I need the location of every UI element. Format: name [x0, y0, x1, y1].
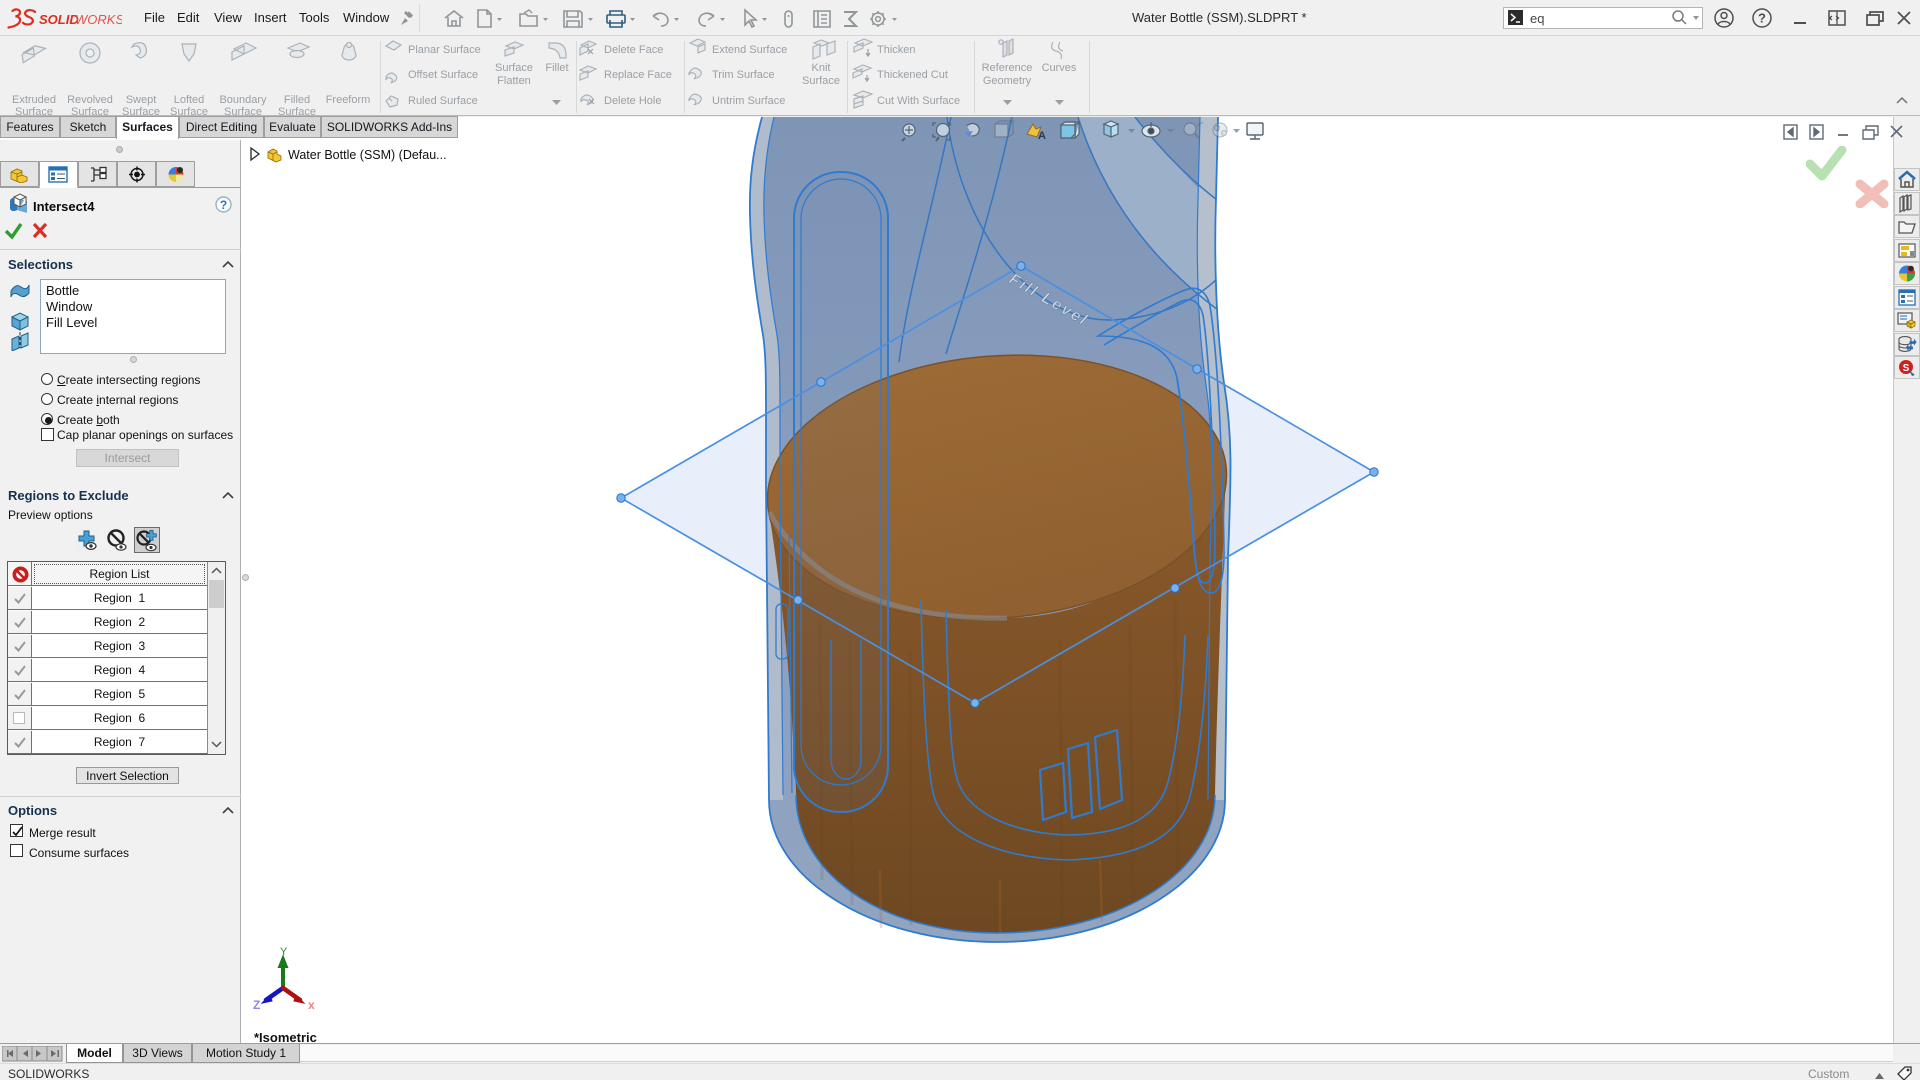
svg-text:Filled: Filled [284, 94, 310, 106]
svg-text:Offset Surface: Offset Surface [408, 69, 478, 81]
svg-text:Extend Surface: Extend Surface [712, 44, 787, 56]
svg-text:Ruled Surface: Ruled Surface [408, 95, 478, 107]
svg-text:Trim Surface: Trim Surface [712, 69, 775, 81]
svg-text:?: ? [220, 198, 227, 212]
svg-text:Curves: Curves [1042, 62, 1077, 74]
svg-text:SOLID: SOLID [39, 12, 79, 27]
svg-text:Z: Z [253, 998, 260, 1012]
svg-text:Delete Face: Delete Face [604, 44, 663, 56]
svg-text:Swept: Swept [126, 94, 157, 106]
svg-text:Y: Y [280, 946, 288, 958]
svg-text:Cut With Surface: Cut With Surface [877, 95, 960, 107]
svg-text:Surface: Surface [495, 62, 533, 74]
svg-text:Flatten: Flatten [497, 75, 531, 87]
svg-text:Planar Surface: Planar Surface [408, 44, 481, 56]
svg-text:Geometry: Geometry [983, 75, 1032, 87]
svg-text:WORKS: WORKS [75, 12, 122, 27]
svg-text:Thicken: Thicken [877, 44, 916, 56]
svg-text:Reference: Reference [982, 62, 1033, 74]
svg-text:x: x [308, 998, 315, 1012]
svg-text:Thickened Cut: Thickened Cut [877, 69, 948, 81]
svg-text:Revolved: Revolved [67, 94, 113, 106]
svg-text:Delete Hole: Delete Hole [604, 95, 661, 107]
svg-text:?: ? [1758, 11, 1766, 26]
svg-text:Extruded: Extruded [12, 94, 56, 106]
svg-text:Lofted: Lofted [174, 94, 205, 106]
svg-text:Untrim Surface: Untrim Surface [712, 95, 785, 107]
svg-text:Replace Face: Replace Face [604, 69, 672, 81]
svg-text:S: S [1903, 363, 1910, 374]
svg-text:Surface: Surface [802, 75, 840, 87]
svg-text:Boundary: Boundary [219, 94, 267, 106]
svg-text:Freeform: Freeform [326, 94, 371, 106]
svg-text:Fillet: Fillet [545, 62, 568, 74]
svg-text:Knit: Knit [812, 62, 831, 74]
